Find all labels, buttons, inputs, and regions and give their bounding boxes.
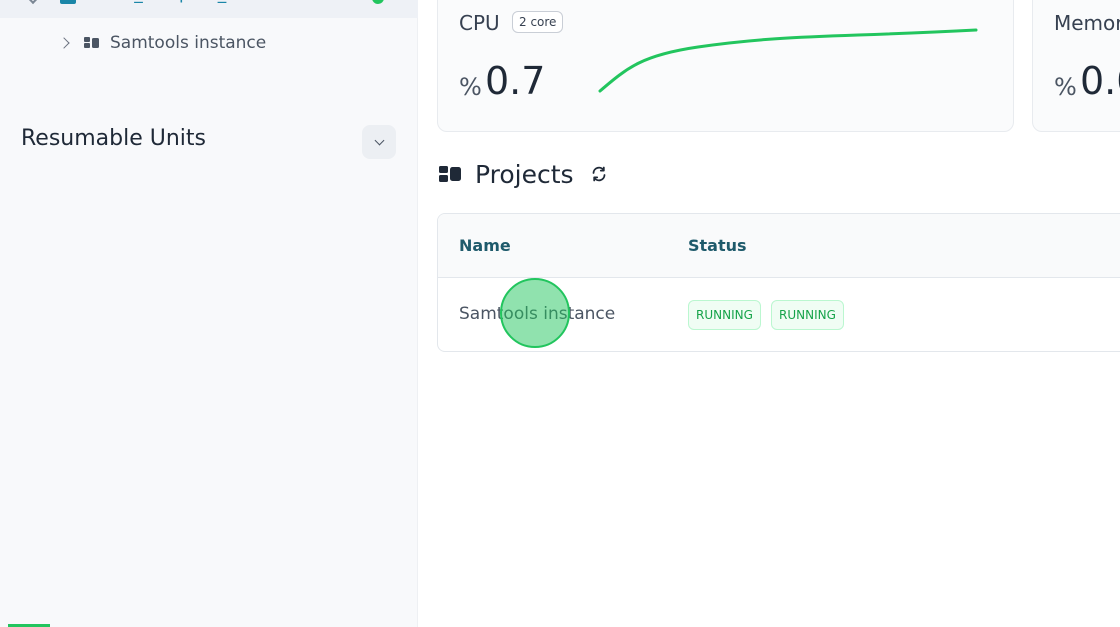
sidebar-item-compute-unit[interactable]: demo_compute_unit [0,0,418,18]
compute-unit-label: demo_compute_unit [86,0,259,4]
chevron-down-icon[interactable] [25,0,41,5]
project-icon [84,37,99,48]
resumable-units-toggle-button[interactable] [362,125,396,159]
column-header-name[interactable]: Name [459,236,511,255]
cpu-metric-card: CPU 2 core % 0.7 [437,0,1014,132]
status-badge: RUNNING [771,300,844,330]
table-header: Name Status [438,214,1120,278]
memory-metric-card: Memor % 0.0 [1032,0,1120,132]
status-badge: RUNNING [688,300,761,330]
cpu-title: CPU [459,11,500,35]
memory-unit: % [1054,73,1077,101]
projects-header: Projects [439,158,608,190]
resumable-units-title: Resumable Units [21,126,207,151]
memory-value: 0.0 [1080,59,1120,103]
cpu-unit: % [459,73,482,101]
core-count-badge: 2 core [512,11,564,33]
refresh-icon[interactable] [590,165,608,183]
memory-title: Memor [1054,11,1120,35]
chevron-down-icon [374,135,384,146]
sidebar-item-samtools[interactable]: Samtools instance [58,30,267,56]
sidebar: demo_compute_unit Samtools instance Resu… [0,0,418,627]
cpu-sparkline [598,28,978,93]
cpu-value: 0.7 [485,59,546,103]
chevron-right-icon[interactable] [58,37,70,49]
compute-unit-icon [60,0,76,4]
projects-title: Projects [475,159,574,189]
column-header-status[interactable]: Status [688,236,747,255]
click-indicator [500,278,570,348]
projects-icon [439,166,461,182]
status-dot-icon [372,0,384,4]
sidebar-item-label: Samtools instance [110,33,267,53]
